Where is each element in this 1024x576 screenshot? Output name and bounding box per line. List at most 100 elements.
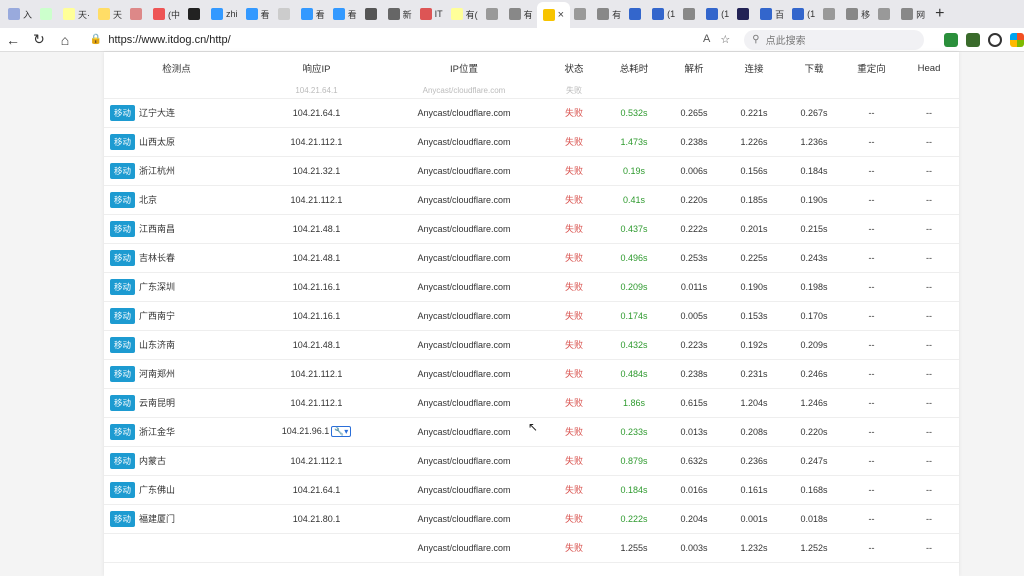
column-header[interactable]: 解析 [664, 52, 724, 84]
total-cell: 0.19s [604, 156, 664, 186]
dl-cell: 1.246s [784, 388, 844, 418]
column-header[interactable]: Head [899, 52, 959, 84]
close-tab-icon[interactable]: × [558, 9, 564, 21]
browser-tab[interactable] [679, 3, 702, 25]
column-header[interactable]: IP位置 [384, 52, 544, 84]
browser-tab[interactable]: 新 [384, 3, 416, 25]
ip-value: 104.21.64.1 [292, 484, 341, 495]
tab-favicon-icon [652, 8, 665, 20]
read-aloud-icon[interactable]: A [703, 33, 710, 46]
head-cell: -- [899, 127, 959, 157]
total-cell: 0.879s [604, 446, 664, 476]
ipl-cell: Anycast/cloudflare.com [384, 330, 544, 360]
browser-tab[interactable] [126, 3, 149, 25]
browser-tab[interactable]: (1 [702, 3, 733, 25]
browser-tab[interactable] [625, 3, 648, 25]
table-cell [604, 84, 664, 99]
isp-badge: 移动 [110, 394, 136, 411]
extension-icon[interactable] [966, 32, 981, 47]
browser-tab[interactable]: 看 [297, 3, 329, 25]
browser-tab[interactable] [733, 3, 756, 25]
total-cell: 0.484s [604, 359, 664, 389]
new-tab-button[interactable]: + [929, 5, 950, 23]
browser-tab[interactable]: 看 [242, 3, 274, 25]
browser-tab[interactable] [184, 3, 207, 25]
browser-tab[interactable]: (1 [648, 3, 679, 25]
browser-tab[interactable]: (1 [788, 3, 819, 25]
redir-value: -- [868, 136, 875, 147]
extension-icon[interactable] [944, 32, 959, 47]
ip-value: 104.21.96.1 [281, 426, 330, 436]
refresh-icon[interactable]: ↻ [26, 31, 52, 48]
conn-cell: 0.236s [724, 446, 784, 476]
conn-value: 0.208s [740, 426, 768, 437]
conn-value: 0.185s [740, 194, 768, 205]
sync-icon[interactable] [988, 32, 1003, 47]
browser-tab[interactable] [361, 3, 384, 25]
browser-tab[interactable]: 百 [756, 3, 788, 25]
search-input[interactable]: ⚲ 点此搜索 [744, 29, 925, 50]
browser-tab[interactable] [274, 3, 297, 25]
wrench-dropdown-icon[interactable]: 🔧▾ [331, 426, 352, 437]
dl-value: 1.252s [800, 542, 828, 553]
isp-badge: 移动 [110, 133, 136, 150]
tab-label: 移 [861, 9, 871, 20]
status-value: 失败 [564, 253, 583, 263]
browser-tab[interactable] [874, 3, 897, 25]
ip-cell [249, 533, 384, 563]
browser-tab[interactable]: (中 [149, 3, 184, 25]
browser-tab[interactable]: 有 [593, 3, 625, 25]
conn-value: 0.153s [740, 310, 768, 321]
ipl-cell: Anycast/cloudflare.com [384, 98, 544, 128]
column-header[interactable]: 检测点 [104, 52, 249, 84]
column-header[interactable]: 状态 [544, 52, 604, 84]
browser-tab[interactable]: zhi [207, 3, 242, 25]
browser-tab[interactable]: 看 [329, 3, 361, 25]
redir-cell: -- [844, 475, 899, 505]
browser-tab[interactable]: IT [416, 3, 447, 25]
total-value: 0.209s [620, 281, 648, 292]
browser-tab[interactable]: 天 [94, 3, 126, 25]
browser-tab[interactable] [819, 3, 842, 25]
favorite-star-icon[interactable]: ☆ [720, 33, 730, 46]
isp-badge: 移动 [110, 510, 136, 527]
home-icon[interactable]: ⌂ [52, 32, 78, 48]
tab-favicon-icon [485, 8, 498, 20]
conn-cell: 0.201s [724, 214, 784, 244]
tab-label: (1 [807, 9, 816, 19]
browser-tab[interactable]: 有( [447, 3, 482, 25]
ipl-cell: Anycast/cloudflare.com [384, 359, 544, 389]
address-bar[interactable]: 🔒 https://www.itdog.cn/http/ [84, 30, 703, 50]
head-value: -- [926, 281, 932, 292]
active-tab[interactable]: × [536, 2, 571, 28]
status-value: 失败 [564, 369, 583, 379]
browser-tab[interactable]: 入 [4, 3, 36, 25]
back-arrow-icon[interactable]: ← [0, 32, 26, 48]
head-value: -- [926, 310, 932, 321]
total-cell: 1.255s [604, 533, 664, 563]
column-header[interactable]: 下载 [784, 52, 844, 84]
isp-badge: 移动 [110, 365, 136, 382]
tab-favicon-icon [597, 8, 610, 20]
tab-favicon-icon [901, 8, 914, 20]
status-cell: 失败 [544, 156, 604, 186]
dns-cell: 0.222s [664, 214, 724, 244]
browser-tab[interactable]: 网 [897, 3, 929, 25]
column-header[interactable]: 响应IP [249, 52, 384, 84]
column-header[interactable]: 总耗时 [604, 52, 664, 84]
column-header[interactable]: 连接 [724, 52, 784, 84]
browser-tab[interactable]: 有 [505, 3, 537, 25]
browser-tab[interactable]: 移 [842, 3, 874, 25]
dns-cell: 0.615s [664, 388, 724, 418]
column-header[interactable]: 重定向 [844, 52, 899, 84]
tab-favicon-icon [737, 8, 750, 20]
browser-tab[interactable] [36, 3, 59, 25]
tab-favicon-icon [574, 8, 587, 20]
tab-label: 看 [260, 9, 270, 20]
windows-logo-icon[interactable] [1010, 32, 1024, 47]
total-cell: 0.432s [604, 330, 664, 360]
browser-tab[interactable] [570, 3, 593, 25]
browser-tab[interactable]: 天· [59, 3, 94, 25]
browser-tab[interactable] [482, 3, 505, 25]
status-cell: 失败 [544, 185, 604, 215]
